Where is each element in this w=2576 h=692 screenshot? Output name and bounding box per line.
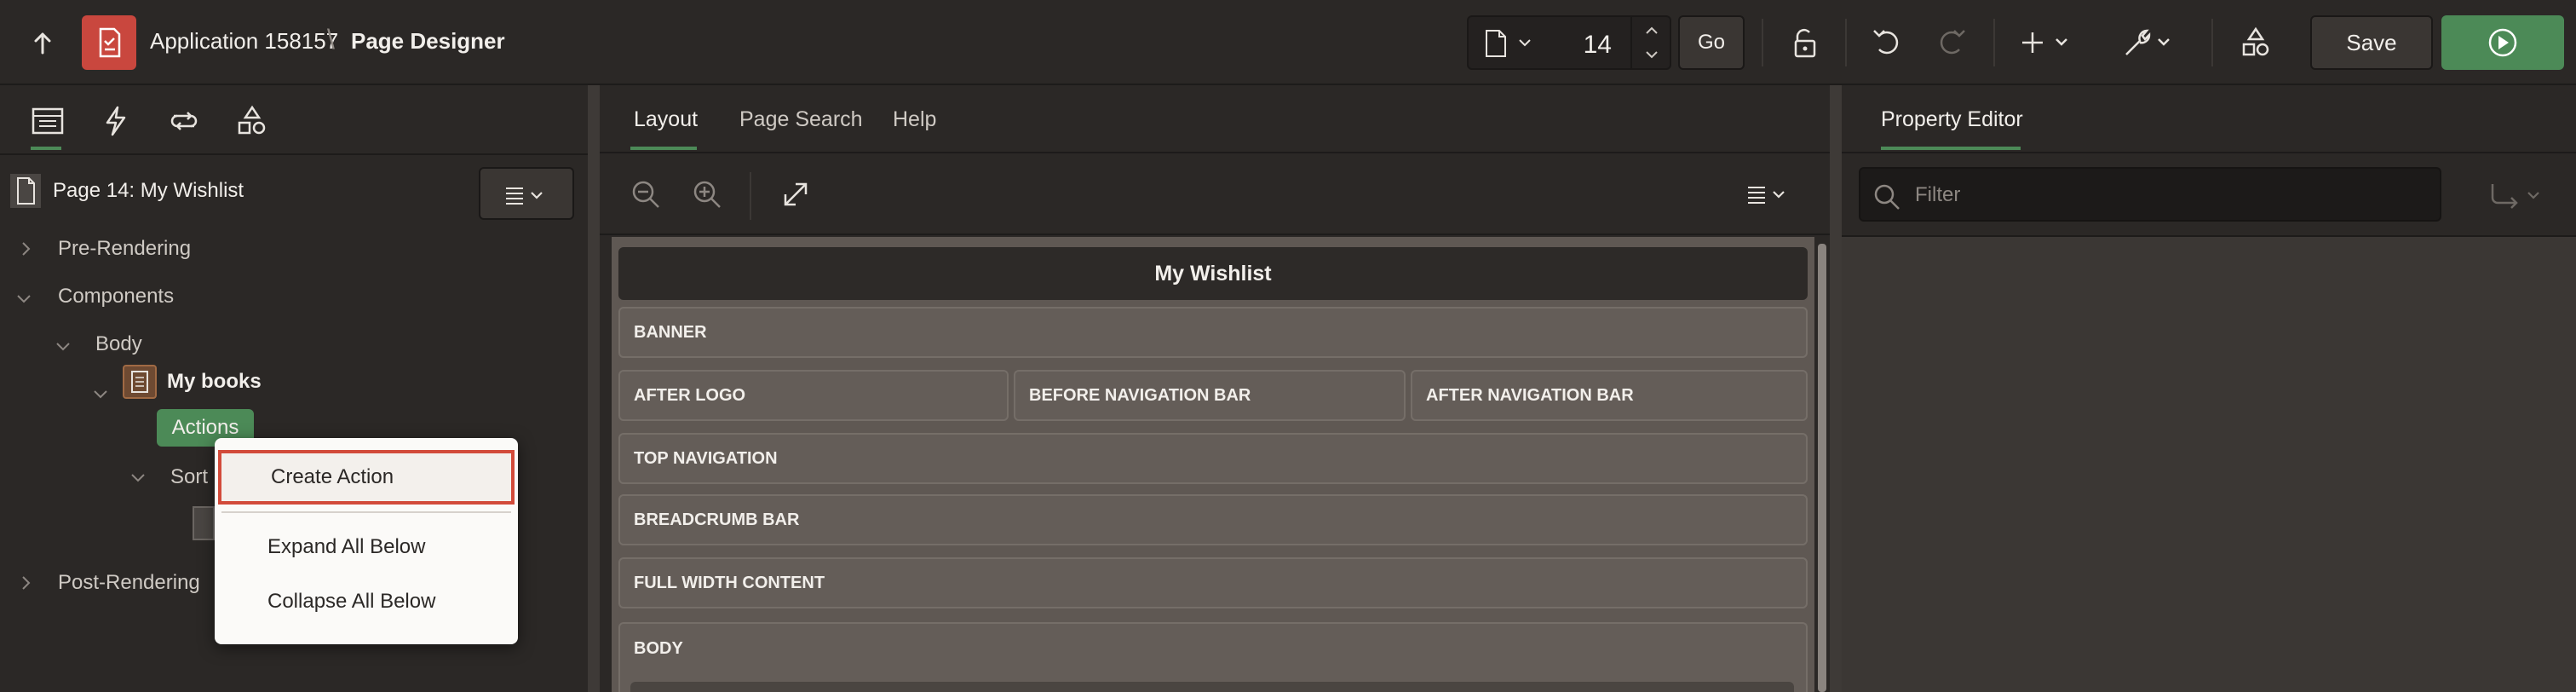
search-icon [1874, 184, 1900, 210]
toolbar-divider [1993, 19, 1995, 66]
toolbar-divider [2211, 19, 2213, 66]
center-pane: Layout Page Search Help My Wishlist BANN… [600, 85, 1830, 692]
left-splitter[interactable] [588, 85, 600, 692]
breadcrumb-separator: \ [327, 24, 335, 55]
tab-border [1842, 152, 2576, 153]
application-name-link[interactable]: Application 158157 [150, 28, 338, 55]
run-play-icon [2488, 28, 2517, 57]
tree-node-sort[interactable]: Sort [170, 465, 208, 489]
canvas-scrollbar[interactable] [1818, 244, 1826, 692]
slot-after-navigation-bar[interactable]: AFTER NAVIGATION BAR [1411, 370, 1808, 421]
tree-node-my-books[interactable]: My books [167, 370, 262, 394]
slot-breadcrumb-bar[interactable]: BREADCRUMB BAR [618, 494, 1808, 545]
menu-item-collapse-all-below[interactable]: Collapse All Below [215, 574, 518, 629]
zoom-in-icon[interactable] [690, 177, 724, 211]
chevron-down-icon[interactable] [1516, 34, 1533, 51]
dynamic-actions-icon[interactable] [99, 104, 133, 138]
chevron-right-icon[interactable] [15, 239, 36, 259]
tree-node-components[interactable]: Components [58, 285, 174, 309]
left-pane-tabs [0, 85, 588, 155]
chevron-down-icon[interactable] [53, 336, 73, 356]
region-icon [123, 365, 157, 399]
tree-menu-button[interactable] [479, 167, 574, 220]
chevron-down-icon[interactable] [14, 288, 34, 309]
body-inner-region [630, 682, 1794, 692]
slot-before-navigation-bar[interactable]: BEFORE NAVIGATION BAR [1014, 370, 1406, 421]
menu-lines-icon [506, 187, 543, 205]
layout-menu-icon[interactable] [1741, 177, 1796, 211]
shared-components-tab-icon[interactable] [235, 104, 269, 138]
toolbar-divider [1845, 19, 1847, 66]
item-icon [193, 506, 215, 540]
menu-item-create-action[interactable]: Create Action [218, 450, 515, 505]
layout-toolbar [600, 153, 1830, 235]
application-icon[interactable] [82, 15, 136, 70]
property-filter[interactable] [1859, 167, 2441, 222]
page-designer-title: Page Designer [351, 28, 505, 54]
tab-help[interactable]: Help [893, 107, 936, 132]
filter-input[interactable] [1915, 181, 2426, 210]
rendering-tree-icon[interactable] [31, 104, 65, 138]
create-plus-icon[interactable] [2021, 24, 2080, 61]
chevron-down-icon[interactable] [90, 383, 111, 404]
tree-node-post-rendering[interactable]: Post-Rendering [58, 571, 200, 595]
utilities-wrench-icon[interactable] [2121, 24, 2181, 61]
save-and-run-button[interactable] [2441, 15, 2564, 70]
menu-item-expand-all-below[interactable]: Expand All Below [215, 520, 518, 574]
property-editor-body [1842, 235, 2576, 692]
lock-page-icon[interactable] [1785, 24, 1823, 61]
menu-divider [221, 511, 511, 513]
page-number-spinner[interactable] [1630, 17, 1670, 68]
spin-down-icon[interactable] [1632, 43, 1671, 68]
expand-icon[interactable] [779, 177, 813, 211]
chevron-right-icon[interactable] [15, 573, 36, 593]
toolbar-divider [1762, 19, 1763, 66]
processing-icon[interactable] [167, 104, 201, 138]
shared-components-icon[interactable] [2237, 24, 2274, 61]
page-icon [1486, 30, 1506, 57]
page-number-selector[interactable]: 14 [1467, 15, 1671, 70]
slot-banner[interactable]: BANNER [618, 307, 1808, 358]
chevron-down-icon[interactable] [128, 467, 148, 487]
slot-full-width-content[interactable]: FULL WIDTH CONTENT [618, 557, 1808, 608]
tree-node-body[interactable]: Body [95, 332, 142, 356]
spin-up-icon[interactable] [1632, 17, 1671, 43]
tab-page-search[interactable]: Page Search [739, 107, 863, 132]
page-number-input[interactable]: 14 [1584, 31, 1612, 60]
active-tab-indicator [1881, 147, 2021, 150]
toolbar-divider [750, 172, 751, 220]
top-toolbar: Application 158157 \ Page Designer 14 Go [0, 0, 2576, 85]
right-pane: Property Editor [1842, 85, 2576, 692]
active-tab-indicator [31, 147, 61, 150]
layout-canvas: My Wishlist BANNER AFTER LOGO BEFORE NAV… [612, 237, 1814, 692]
go-button[interactable]: Go [1678, 15, 1745, 70]
active-tab-indicator [630, 147, 697, 150]
undo-icon[interactable] [1869, 24, 1906, 61]
tab-property-editor[interactable]: Property Editor [1881, 107, 2023, 132]
tree-node-pre-rendering[interactable]: Pre-Rendering [58, 237, 191, 261]
right-splitter[interactable] [1830, 85, 1842, 692]
page-layout-title[interactable]: My Wishlist [618, 247, 1808, 300]
zoom-out-icon[interactable] [629, 177, 663, 211]
context-menu: Create Action Expand All Below Collapse … [215, 438, 518, 644]
slot-after-logo[interactable]: AFTER LOGO [618, 370, 1009, 421]
tab-layout[interactable]: Layout [634, 107, 698, 132]
save-button[interactable]: Save [2310, 15, 2433, 70]
page-icon [10, 174, 41, 208]
slot-top-navigation[interactable]: TOP NAVIGATION [618, 433, 1808, 484]
page-tree-title[interactable]: Page 14: My Wishlist [53, 179, 244, 203]
redo-icon[interactable] [1932, 24, 1969, 61]
go-to-group-icon[interactable] [2486, 179, 2554, 213]
up-arrow-icon[interactable] [26, 26, 60, 60]
